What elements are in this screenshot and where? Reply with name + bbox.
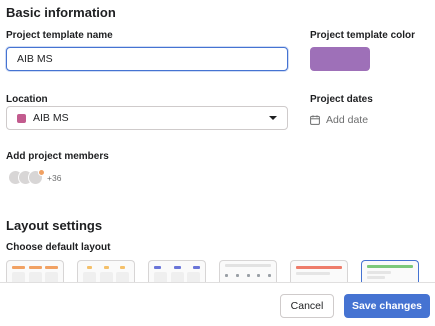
layout-settings-title: Layout settings — [6, 218, 103, 233]
layout-option-overview[interactable] — [361, 260, 419, 284]
location-select[interactable]: AIB MS — [6, 106, 288, 130]
template-color-swatch[interactable] — [310, 47, 370, 71]
add-date-button[interactable]: Add date — [310, 114, 368, 126]
chevron-down-icon — [269, 116, 277, 120]
layout-option-gantt[interactable] — [290, 260, 348, 284]
cancel-button[interactable]: Cancel — [280, 294, 334, 318]
members-avatars[interactable]: +36 — [8, 169, 62, 185]
members-label: Add project members — [6, 151, 109, 162]
layout-option-calendar[interactable] — [219, 260, 277, 284]
choose-layout-label: Choose default layout — [6, 242, 111, 253]
avatar — [28, 169, 45, 185]
template-color-label: Project template color — [310, 30, 416, 41]
layout-option-board[interactable] — [77, 260, 135, 284]
project-dates-label: Project dates — [310, 94, 373, 105]
location-color-dot — [17, 113, 26, 123]
basic-info-title: Basic information — [6, 5, 116, 20]
save-changes-button[interactable]: Save changes — [344, 294, 430, 318]
calendar-icon — [310, 115, 320, 125]
template-name-label: Project template name — [6, 30, 113, 41]
layout-option-list[interactable] — [6, 260, 64, 284]
avatar-status-badge — [38, 169, 45, 176]
members-extra-count: +36 — [47, 172, 62, 183]
location-label: Location — [6, 94, 48, 105]
add-date-label: Add date — [326, 114, 369, 126]
dialog-footer: Cancel Save changes — [0, 282, 435, 326]
layout-option-timeline[interactable] — [148, 260, 206, 284]
template-name-input[interactable] — [6, 47, 288, 71]
location-select-value: AIB MS — [33, 112, 69, 124]
layout-options — [6, 260, 432, 284]
